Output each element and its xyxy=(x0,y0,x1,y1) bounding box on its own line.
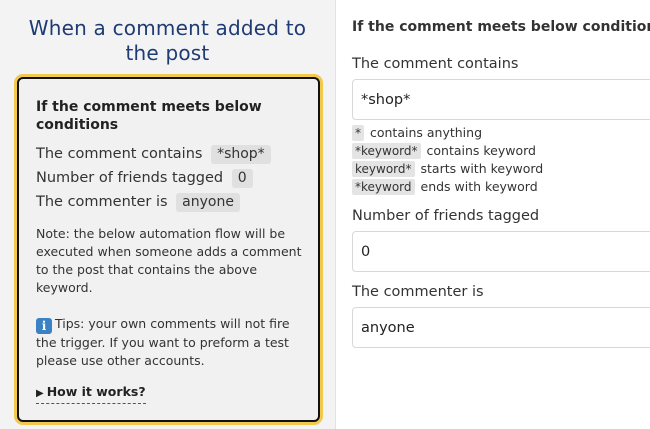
legend-keyword: *keyword* xyxy=(352,143,421,159)
form-heading: If the comment meets below conditions xyxy=(352,19,650,35)
friends-tagged-input[interactable] xyxy=(352,231,650,272)
legend-item: keyword* starts with keyword xyxy=(352,160,543,178)
condition-value-tag: 0 xyxy=(231,169,253,188)
legend-item: *keyword ends with keyword xyxy=(352,178,538,196)
legend-keyword: * xyxy=(352,125,364,141)
condition-friends-tagged: Number of friends tagged 0 xyxy=(36,168,253,188)
commenter-label: The commenter is xyxy=(352,284,484,300)
legend-keyword: *keyword xyxy=(352,179,415,195)
automation-note: Note: the below automation flow will be … xyxy=(36,226,302,295)
trigger-card[interactable]: If the comment meets below conditions Th… xyxy=(17,77,320,422)
legend-description: contains keyword xyxy=(426,143,537,158)
info-icon: i xyxy=(36,318,52,334)
condition-commenter: The commenter is anyone xyxy=(36,192,240,212)
tips-note: i Tips: your own comments will not fire t… xyxy=(36,315,304,370)
expand-triangle-icon: ▶ xyxy=(36,388,44,399)
how-it-works-toggle[interactable]: ▶ How it works? xyxy=(36,384,146,404)
legend-description: starts with keyword xyxy=(420,161,544,176)
comment-contains-label: The comment contains xyxy=(352,56,519,72)
trigger-summary-panel: When a comment added to the post If the … xyxy=(0,0,336,429)
tips-text: Tips: your own comments will not fire th… xyxy=(36,316,290,368)
legend-item: * contains anything xyxy=(352,124,482,142)
legend-description: ends with keyword xyxy=(420,179,538,194)
panel-title: When a comment added to the post xyxy=(28,16,307,65)
conditions-form: If the comment meets below conditions Th… xyxy=(337,0,650,429)
commenter-input[interactable] xyxy=(352,307,650,348)
friends-tagged-label: Number of friends tagged xyxy=(352,208,540,224)
comment-contains-input[interactable] xyxy=(352,79,650,120)
condition-label: The commenter is xyxy=(36,194,168,210)
legend-keyword: keyword* xyxy=(352,161,415,177)
condition-label: Number of friends tagged xyxy=(36,170,224,186)
condition-value-tag: anyone xyxy=(176,193,240,212)
legend-item: *keyword* contains keyword xyxy=(352,142,536,160)
card-heading: If the comment meets below conditions xyxy=(36,99,262,133)
condition-label: The comment contains xyxy=(36,146,203,162)
condition-comment-contains: The comment contains *shop* xyxy=(36,144,271,164)
how-it-works-label: How it works? xyxy=(46,384,146,399)
legend-description: contains anything xyxy=(369,125,483,140)
condition-value-tag: *shop* xyxy=(211,145,271,164)
